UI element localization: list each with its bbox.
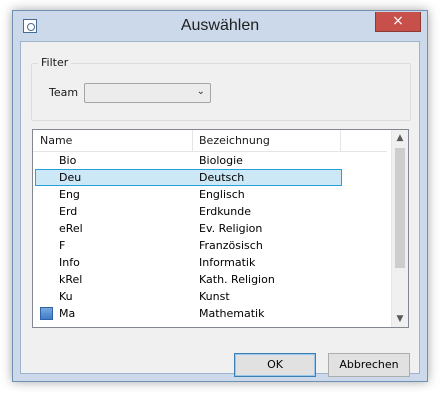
cell-bezeichnung: Ev. Religion	[199, 222, 263, 235]
list-header: Name Bezeichnung	[33, 130, 387, 152]
cell-bezeichnung: Kunst	[199, 290, 230, 303]
vertical-scrollbar[interactable]: ▲ ▼	[391, 130, 408, 327]
dialog-body: Filter Team ⌄ Name Bezeichnung Bio Biolog…	[20, 41, 420, 377]
cell-name: Deu	[59, 171, 82, 184]
dialog-window: Auswählen × Filter Team ⌄ Name Bezeichnu…	[12, 10, 428, 382]
list-item[interactable]: eRel Ev. Religion	[33, 220, 387, 237]
cancel-button[interactable]: Abbrechen	[328, 353, 410, 377]
cell-name: Eng	[59, 188, 80, 201]
window-title: Auswählen	[180, 17, 260, 34]
list-item[interactable]: Erd Erdkunde	[33, 203, 387, 220]
scroll-up-icon[interactable]: ▲	[392, 130, 408, 146]
title-bar[interactable]: Auswählen ×	[13, 11, 427, 41]
list-item[interactable]: F Französisch	[33, 237, 387, 254]
cell-bezeichnung: Mathematik	[199, 307, 265, 320]
cell-bezeichnung: Englisch	[199, 188, 245, 201]
ok-button[interactable]: OK	[234, 353, 316, 377]
cell-name: Info	[59, 256, 80, 269]
team-dropdown[interactable]: ⌄	[84, 83, 211, 103]
cell-name: kRel	[59, 273, 83, 286]
cell-bezeichnung: Erdkunde	[199, 205, 251, 218]
cell-bezeichnung: Biologie	[199, 154, 243, 167]
team-label: Team	[49, 86, 79, 99]
cell-name: Ku	[59, 290, 73, 303]
filter-group: Filter Team ⌄	[31, 56, 411, 121]
cell-bezeichnung: Informatik	[199, 256, 256, 269]
list-rows: Bio Biologie Deu Deutsch Eng Englisch Erd Erdku…	[33, 152, 387, 322]
cell-name: Erd	[59, 205, 78, 218]
list-item[interactable]: Bio Biologie	[33, 152, 387, 169]
list-item[interactable]: Ma Mathematik	[33, 305, 387, 322]
cell-bezeichnung: Deutsch	[199, 171, 245, 184]
list-item[interactable]: Eng Englisch	[33, 186, 387, 203]
list-item[interactable]: Ku Kunst	[33, 288, 387, 305]
cell-name: F	[59, 239, 66, 252]
list-item[interactable]: kRel Kath. Religion	[33, 271, 387, 288]
cell-name: Ma	[59, 307, 76, 320]
filter-legend: Filter	[38, 56, 72, 69]
list-item[interactable]: Deu Deutsch	[33, 169, 387, 186]
blue-square-icon	[40, 307, 53, 320]
cell-bezeichnung: Französisch	[199, 239, 263, 252]
cell-bezeichnung: Kath. Religion	[199, 273, 275, 286]
column-header-name[interactable]: Name	[33, 130, 193, 152]
scrollbar-thumb[interactable]	[395, 148, 405, 268]
cell-name: eRel	[59, 222, 83, 235]
scroll-down-icon[interactable]: ▼	[392, 311, 408, 327]
cell-name: Bio	[59, 154, 77, 167]
list-item[interactable]: Info Informatik	[33, 254, 387, 271]
subject-list[interactable]: Name Bezeichnung Bio Biologie Deu Deutsch En…	[32, 129, 409, 328]
chevron-down-icon: ⌄	[196, 86, 205, 97]
column-header-bezeichnung[interactable]: Bezeichnung	[193, 130, 341, 152]
close-button[interactable]: ×	[375, 12, 421, 32]
